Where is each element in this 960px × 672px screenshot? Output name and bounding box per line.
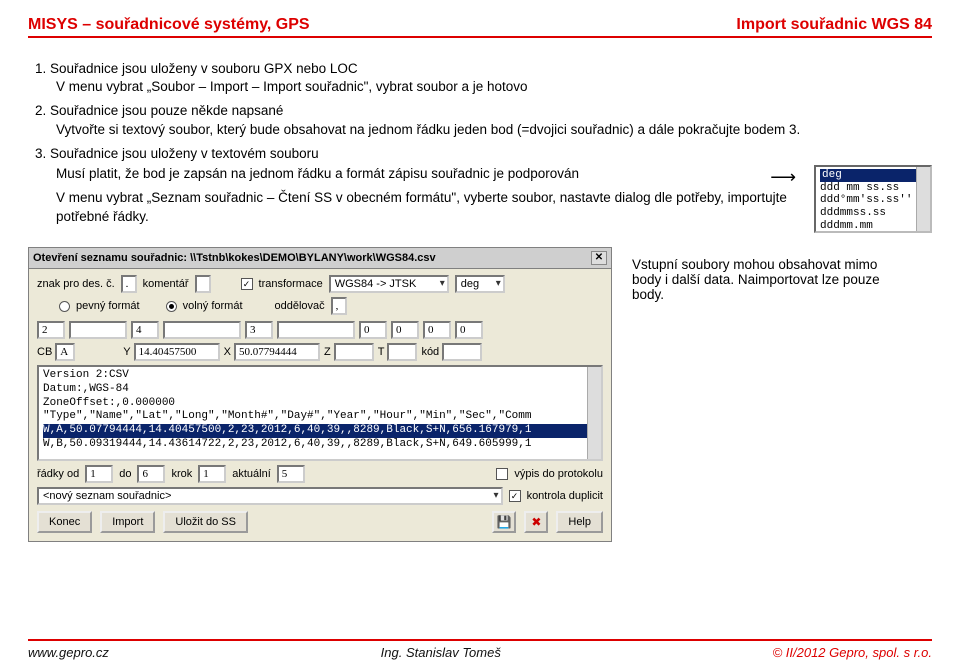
cb-label: CB xyxy=(37,346,52,358)
dialog-titlebar: Otevření seznamu souřadnic: \\Tstnb\koke… xyxy=(29,248,611,269)
krok-input[interactable]: 1 xyxy=(198,465,226,483)
transform-checkbox[interactable]: ✓ xyxy=(241,278,253,290)
x-input[interactable]: 50.07794444 xyxy=(234,343,320,361)
deg-opt-4[interactable]: dddmmss.ss xyxy=(820,207,926,220)
item2-title: Souřadnice jsou pouze někde napsané xyxy=(50,103,283,118)
list-item-1: Souřadnice jsou uloženy v souboru GPX ne… xyxy=(50,60,932,96)
footer-mid: Ing. Stanislav Tomeš xyxy=(109,645,773,660)
volny-radio[interactable] xyxy=(166,301,177,312)
aktualni-label: aktuální xyxy=(232,468,271,480)
list-item-3: Souřadnice jsou uloženy v textovém soubo… xyxy=(50,145,932,233)
deg-format-list[interactable]: deg ddd mm ss.ss ddd°mm'ss.ss'' dddmmss.… xyxy=(814,165,932,233)
pevny-radio[interactable] xyxy=(59,301,70,312)
konec-button[interactable]: Konec xyxy=(37,511,92,533)
krok-label: krok xyxy=(171,468,192,480)
import-dialog: Otevření seznamu souřadnic: \\Tstnb\koke… xyxy=(28,247,612,542)
y-input[interactable]: 14.40457500 xyxy=(134,343,220,361)
file-line[interactable]: Datum:,WGS-84 xyxy=(43,383,597,397)
footer: www.gepro.cz Ing. Stanislav Tomeš © II/2… xyxy=(0,639,960,660)
duplic-label: kontrola duplicit xyxy=(527,490,603,502)
item2-sub: Vytvořte si textový soubor, který bude o… xyxy=(50,121,932,139)
help-button[interactable]: Help xyxy=(556,511,603,533)
deg-opt-3[interactable]: ddd°mm'ss.ss'' xyxy=(820,194,926,207)
pevny-label: pevný formát xyxy=(76,300,140,312)
deg-opt-5[interactable]: dddmm.mm xyxy=(820,220,926,233)
z-label: Z xyxy=(324,346,331,358)
dialog-title: Otevření seznamu souřadnic: \\Tstnb\koke… xyxy=(33,252,436,264)
transform-select[interactable]: WGS84 -> JTSK xyxy=(329,275,449,293)
unit-select[interactable]: deg xyxy=(455,275,505,293)
t-input[interactable] xyxy=(387,343,417,361)
volny-label: volný formát xyxy=(183,300,243,312)
file-line[interactable]: Version 2:CSV xyxy=(43,369,597,383)
item3-title: Souřadnice jsou uloženy v textovém soubo… xyxy=(50,146,319,161)
vypis-label: výpis do protokolu xyxy=(514,468,603,480)
col-idx-2[interactable] xyxy=(69,321,127,339)
koment-input[interactable] xyxy=(195,275,211,293)
close-icon[interactable]: ✕ xyxy=(591,251,607,265)
file-line[interactable]: "Type","Name","Lat","Long","Month#","Day… xyxy=(43,410,597,424)
radky-do-input[interactable]: 6 xyxy=(137,465,165,483)
import-button[interactable]: Import xyxy=(100,511,155,533)
save-icon[interactable]: 💾 xyxy=(492,511,516,533)
header-left: MISYS – souřadnicové systémy, GPS xyxy=(28,16,310,34)
col-idx-1[interactable]: 2 xyxy=(37,321,65,339)
file-line[interactable]: W,B,50.09319444,14.43614722,2,23,2012,6,… xyxy=(43,438,597,452)
side-note: Vstupní soubory mohou obsahovat mimo bod… xyxy=(632,247,892,542)
scrollbar[interactable] xyxy=(916,167,930,231)
kod-label: kód xyxy=(421,346,439,358)
duplic-checkbox[interactable]: ✓ xyxy=(509,490,521,502)
deg-opt-1[interactable]: deg xyxy=(820,169,926,182)
col-idx-5[interactable]: 3 xyxy=(245,321,273,339)
z-input[interactable] xyxy=(334,343,374,361)
header-right: Import souřadnic WGS 84 xyxy=(736,16,932,34)
footer-right: © II/2012 Gepro, spol. s r.o. xyxy=(773,645,932,660)
col-idx-8[interactable]: 0 xyxy=(391,321,419,339)
y-label: Y xyxy=(123,346,130,358)
radky-do-label: do xyxy=(119,468,131,480)
znak-label: znak pro des. č. xyxy=(37,278,115,290)
kod-input[interactable] xyxy=(442,343,482,361)
aktualni-input[interactable]: 5 xyxy=(277,465,305,483)
znak-input[interactable]: . xyxy=(121,275,137,293)
file-line[interactable]: ZoneOffset:,0.000000 xyxy=(43,397,597,411)
col-idx-4[interactable] xyxy=(163,321,241,339)
oddel-input[interactable]: , xyxy=(331,297,347,315)
item3-sub2: V menu vybrat „Seznam souřadnic – Čtení … xyxy=(50,189,800,225)
radky-od-input[interactable]: 1 xyxy=(85,465,113,483)
target-select[interactable]: <nový seznam souřadnic> xyxy=(37,487,503,505)
t-label: T xyxy=(378,346,385,358)
ulozit-button[interactable]: Uložit do SS xyxy=(163,511,248,533)
file-preview-list[interactable]: Version 2:CSV Datum:,WGS-84 ZoneOffset:,… xyxy=(37,365,603,461)
radky-od-label: řádky od xyxy=(37,468,79,480)
item1-title: Souřadnice jsou uloženy v souboru GPX ne… xyxy=(50,61,358,76)
arrow-icon: ⟶ xyxy=(766,165,800,189)
cb-input[interactable]: A xyxy=(55,343,75,361)
list-item-2: Souřadnice jsou pouze někde napsané Vytv… xyxy=(50,102,932,138)
col-idx-9[interactable]: 0 xyxy=(423,321,451,339)
scrollbar[interactable] xyxy=(587,367,601,459)
koment-label: komentář xyxy=(143,278,189,290)
col-idx-10[interactable]: 0 xyxy=(455,321,483,339)
header-bar: MISYS – souřadnicové systémy, GPS Import… xyxy=(28,16,932,38)
main-content: Souřadnice jsou uloženy v souboru GPX ne… xyxy=(28,38,932,542)
footer-left: www.gepro.cz xyxy=(28,645,109,660)
col-idx-6[interactable] xyxy=(277,321,355,339)
x-label: X xyxy=(224,346,231,358)
transform-label: transformace xyxy=(259,278,323,290)
vypis-checkbox[interactable] xyxy=(496,468,508,480)
item3-sub1: Musí platit, že bod je zapsán na jednom … xyxy=(50,165,760,183)
item1-sub: V menu vybrat „Soubor – Import – Import … xyxy=(50,78,932,96)
col-idx-7[interactable]: 0 xyxy=(359,321,387,339)
file-line-selected[interactable]: W,A,50.07794444,14.40457500,2,23,2012,6,… xyxy=(43,424,597,438)
deg-opt-2[interactable]: ddd mm ss.ss xyxy=(820,182,926,195)
oddel-label: oddělovač xyxy=(275,300,325,312)
delete-icon[interactable]: ✖ xyxy=(524,511,548,533)
col-idx-3[interactable]: 4 xyxy=(131,321,159,339)
